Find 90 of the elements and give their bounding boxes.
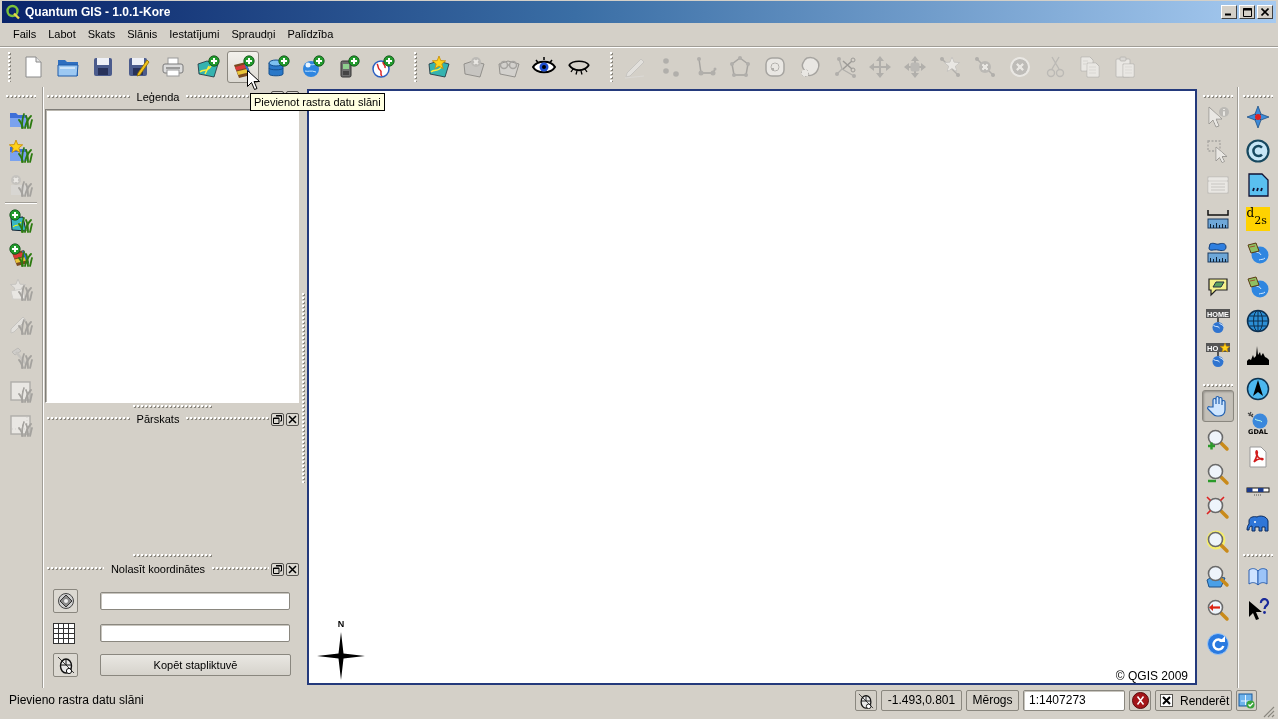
cursor-icon [247,70,260,91]
close-icon [288,414,297,424]
coordinate-field[interactable] [100,592,290,610]
stop-button[interactable] [1129,690,1151,711]
refresh-icon[interactable] [1206,632,1230,656]
restore-icon [273,414,282,424]
copyright-label: © QGIS 2009 [1115,669,1188,683]
splitter-handle[interactable] [133,554,213,558]
globe-outline-plus-icon[interactable] [370,55,395,79]
printer-icon[interactable] [160,55,185,79]
dock-title: Leģenda [135,91,181,103]
menu-item[interactable]: Spraudņi [225,23,282,46]
speech-bubble-icon[interactable] [1206,275,1230,299]
render-checkbox[interactable] [1160,694,1173,707]
scale-label: Mērogs [966,690,1019,711]
comma-file-icon[interactable] [1245,173,1270,197]
dock-title: Pārskats [135,413,181,425]
toolbar-grip[interactable] [1242,554,1273,558]
title-grip[interactable] [47,417,130,421]
title-grip[interactable] [47,567,104,571]
zoom-out-icon[interactable] [1206,462,1230,486]
restore-icon [273,564,282,574]
title-grip[interactable] [186,417,269,421]
toolbar-grip[interactable] [1203,384,1233,388]
app-logo-icon [5,4,21,20]
projection-button[interactable] [1236,690,1257,711]
minimize-button[interactable] [1221,5,1237,19]
tooltip: Pievienot rastra datu slāni [250,93,385,111]
zoom-last-icon[interactable] [1206,598,1230,622]
map-plus-icon[interactable] [195,55,220,79]
menu-item[interactable]: Palīdzība [281,23,340,46]
resize-grip[interactable] [1261,704,1275,718]
toolbar-grip[interactable] [1242,95,1273,99]
toolbar-grip[interactable] [414,52,418,82]
grid-globe-icon[interactable] [1245,309,1270,333]
compass-rose-icon[interactable] [1245,105,1270,129]
menu-item[interactable]: Slānis [121,23,164,46]
stop-icon [1131,692,1149,709]
raster-plus-grass-icon[interactable] [9,243,33,267]
zoom-full-icon[interactable] [1206,496,1230,520]
toolbar-grip[interactable] [6,95,36,99]
status-message: Pievieno rastra datu slāni [9,692,145,709]
float-button[interactable] [271,412,284,426]
zoom-in-icon[interactable] [1206,428,1230,452]
close-icon [1261,8,1269,16]
splitter-handle[interactable] [302,292,306,483]
scale-field[interactable]: 1:1407273 [1023,690,1125,711]
menu-item[interactable]: Labot [42,23,82,46]
maximize-icon [1242,7,1252,17]
mouse-button[interactable] [53,653,78,677]
database-plus-icon[interactable] [265,55,290,79]
star-folder-grass-icon[interactable] [9,139,33,163]
target-icon [56,592,75,610]
ruler-line-icon[interactable] [1206,207,1230,231]
coordinate-field[interactable] [100,624,290,642]
title-grip[interactable] [212,567,269,571]
close-icon [288,564,297,574]
menu-item[interactable]: Iestatījumi [163,23,226,46]
coordinates-display: -1.493,0.801 [881,690,962,711]
ruler-area-icon[interactable] [1206,241,1230,265]
hand-button[interactable] [1202,390,1234,422]
float-button[interactable] [271,562,284,576]
close-button[interactable] [286,412,299,426]
map-check-icon [1238,692,1255,709]
menu-item[interactable]: Fails [7,23,43,46]
map-plus-grass-icon[interactable] [9,209,33,233]
target-button[interactable] [53,589,78,613]
copy-button[interactable]: Kopēt stapliktuvē [100,654,291,676]
mouse-icon [56,656,75,674]
dock-title: Nolasīt koordinātes [109,563,207,575]
globe-map-icon[interactable] [1245,275,1270,299]
mouse-button[interactable] [855,690,877,711]
copyright-icon[interactable] [1245,139,1270,163]
splitter-handle[interactable] [133,405,213,409]
window-title: Quantum GIS - 1.0.1-Kore [25,5,172,19]
grid-icon [53,622,75,644]
map-star-icon[interactable] [426,55,451,79]
zoom-layer-icon[interactable] [1206,564,1230,588]
close-button[interactable] [286,562,299,576]
render-label[interactable]: Renderēt [1180,693,1230,708]
toolbar-grip[interactable] [610,52,614,82]
zoom-selection-icon[interactable] [1206,530,1230,554]
toolbar-grip[interactable] [8,52,12,82]
globe-plus-icon[interactable] [300,55,325,79]
title-grip[interactable] [47,95,130,99]
maximize-button[interactable] [1239,5,1255,19]
globe-map-icon[interactable] [1245,241,1270,265]
toolbar-grip[interactable] [1203,95,1233,99]
menu-item[interactable]: Skats [81,23,122,46]
mouse-icon [858,692,874,709]
